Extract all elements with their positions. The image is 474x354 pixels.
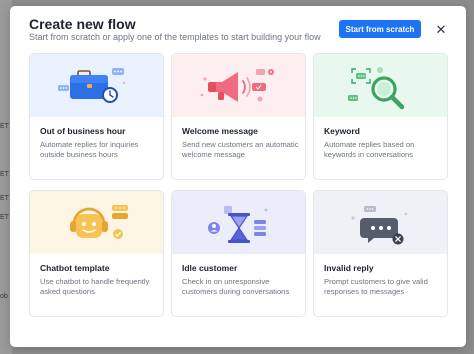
chatbot-icon <box>69 204 128 239</box>
start-from-scratch-button[interactable]: Start from scratch <box>339 20 421 38</box>
modal-title: Create new flow <box>29 16 136 32</box>
card-illustration <box>30 191 163 254</box>
create-flow-modal: Create new flow Start from scratch or ap… <box>10 6 466 347</box>
template-card-out-of-business-hour[interactable]: Out of business hour Automate replies fo… <box>29 53 164 180</box>
card-description: Use chatbot to handle frequently asked q… <box>40 277 150 296</box>
card-illustration <box>314 191 447 254</box>
card-title: Welcome message <box>182 126 258 136</box>
card-title: Invalid reply <box>324 263 374 273</box>
modal-subtitle: Start from scratch or apply one of the t… <box>29 32 321 42</box>
briefcase-clock-icon <box>57 67 125 103</box>
card-description: Send new customers an automatic welcome … <box>182 140 299 159</box>
card-description: Prompt customers to give valid responses… <box>324 277 428 296</box>
card-description: Check in on unresponsive customers durin… <box>182 277 290 296</box>
card-description: Automate replies based on keywords in co… <box>324 140 415 159</box>
card-illustration <box>172 191 305 254</box>
card-title: Chatbot template <box>40 263 110 273</box>
card-title: Out of business hour <box>40 126 126 136</box>
card-description: Automate replies for inquiries outside b… <box>40 140 139 159</box>
card-illustration <box>314 54 447 117</box>
megaphone-icon <box>200 68 274 102</box>
card-title: Keyword <box>324 126 360 136</box>
magnifier-icon <box>347 66 404 109</box>
template-card-invalid-reply[interactable]: Invalid reply Prompt customers to give v… <box>313 190 448 317</box>
chat-error-icon <box>350 205 407 244</box>
template-card-chatbot-template[interactable]: Chatbot template Use chatbot to handle f… <box>29 190 164 317</box>
card-illustration <box>172 54 305 117</box>
card-illustration <box>30 54 163 117</box>
template-card-keyword[interactable]: Keyword Automate replies based on keywor… <box>313 53 448 180</box>
template-card-welcome-message[interactable]: Welcome message Send new customers an au… <box>171 53 306 180</box>
close-icon[interactable]: ✕ <box>434 22 448 36</box>
hourglass-icon <box>207 205 267 243</box>
card-title: Idle customer <box>182 263 238 273</box>
template-card-idle-customer[interactable]: Idle customer Check in on unresponsive c… <box>171 190 306 317</box>
